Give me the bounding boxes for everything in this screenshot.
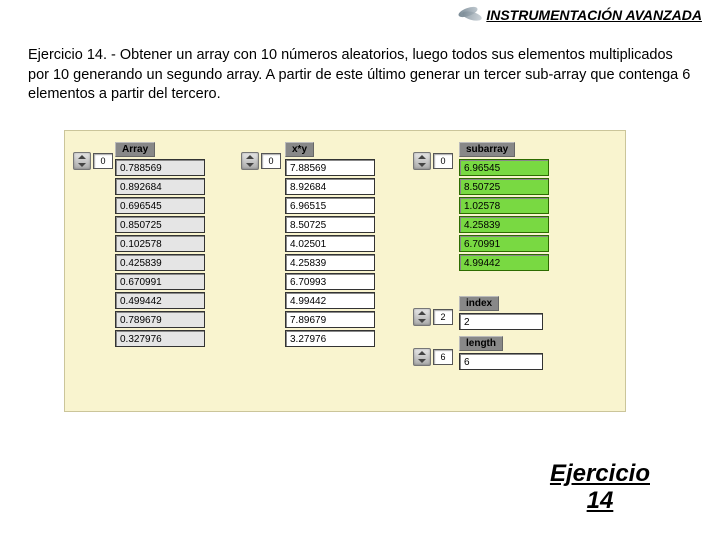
length-spinner-value: 6 [433,349,453,365]
subarray-cell: 4.99442 [459,254,549,271]
subarray-cell: 1.02578 [459,197,549,214]
xy-cell: 6.70993 [285,273,375,290]
index-spinner-value: 2 [433,309,453,325]
xy-index-spinner[interactable]: 0 [241,153,281,169]
subarray-index-spinner[interactable]: 0 [413,153,453,169]
array-index-spinner[interactable]: 0 [73,153,113,169]
length-spinner[interactable]: 6 [413,349,453,365]
subarray-cell: 6.70991 [459,235,549,252]
subarray-cell: 8.50725 [459,178,549,195]
subarray-index-value: 0 [433,153,453,169]
spinner-knob-icon [73,152,91,170]
array-label: Array [115,142,155,157]
array-cell: 0.102578 [115,235,205,252]
spinner-knob-icon [413,348,431,366]
length-control: length 6 [459,333,543,372]
link-line-2: 14 [587,487,614,514]
xy-cell: 3.27976 [285,330,375,347]
array-cell: 0.788569 [115,159,205,176]
xy-column: x*y 7.88569 8.92684 6.96515 8.50725 4.02… [285,139,375,349]
array-column: Array 0.788569 0.892684 0.696545 0.85072… [115,139,205,349]
array-index-value: 0 [93,153,113,169]
index-value-display: 2 [459,313,543,330]
array-cell: 0.327976 [115,330,205,347]
index-spinner[interactable]: 2 [413,309,453,325]
xy-cell: 8.92684 [285,178,375,195]
array-cell: 0.850725 [115,216,205,233]
subarray-cell: 6.96545 [459,159,549,176]
subarray-label: subarray [459,142,515,157]
array-cell: 0.892684 [115,178,205,195]
xy-index-value: 0 [261,153,281,169]
slide: INSTRUMENTACIÓN AVANZADA Ejercicio 14. -… [0,0,720,540]
header-title: INSTRUMENTACIÓN AVANZADA [486,7,702,23]
array-cell: 0.789679 [115,311,205,328]
xy-cell: 6.96515 [285,197,375,214]
xy-cell: 4.02501 [285,235,375,252]
array-cell: 0.670991 [115,273,205,290]
spinner-knob-icon [413,152,431,170]
spinner-knob-icon [413,308,431,326]
xy-cell: 4.25839 [285,254,375,271]
index-control: index 2 [459,293,543,332]
slide-header: INSTRUMENTACIÓN AVANZADA [458,6,702,24]
front-panel: 0 Array 0.788569 0.892684 0.696545 0.850… [64,130,626,412]
index-label: index [459,296,499,311]
exercise-description: Ejercicio 14. - Obtener un array con 10 … [28,46,694,105]
ejercicio-14-link[interactable]: Ejercicio 14 [550,461,650,514]
xy-cell: 4.99442 [285,292,375,309]
array-cell: 0.696545 [115,197,205,214]
xy-cell: 7.89679 [285,311,375,328]
array-cell: 0.425839 [115,254,205,271]
link-line-1: Ejercicio [550,460,650,487]
xy-cell: 7.88569 [285,159,375,176]
length-value-display: 6 [459,353,543,370]
subarray-cell: 4.25839 [459,216,549,233]
subarray-column: subarray 6.96545 8.50725 1.02578 4.25839… [459,139,549,273]
labview-logo-icon [458,6,480,24]
array-cell: 0.499442 [115,292,205,309]
xy-cell: 8.50725 [285,216,375,233]
spinner-knob-icon [241,152,259,170]
xy-label: x*y [285,142,314,157]
length-label: length [459,336,503,351]
